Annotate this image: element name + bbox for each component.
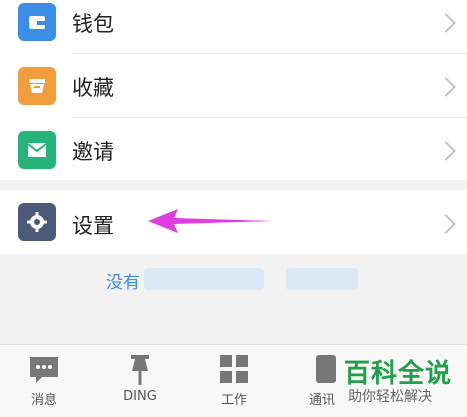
wallet-icon xyxy=(18,3,56,41)
menu-group-main: 钱包 收藏 邀请 xyxy=(0,0,467,180)
menu-item-label: 邀请 xyxy=(72,140,114,164)
tab-label: DING xyxy=(123,389,157,404)
watermark-title: 百科全说 xyxy=(344,359,453,389)
chat-icon xyxy=(30,357,58,383)
menu-item-label: 收藏 xyxy=(72,76,114,100)
chevron-right-icon xyxy=(436,13,456,33)
tab-label: 消息 xyxy=(30,393,57,408)
tab-work[interactable]: 工作 xyxy=(194,345,274,417)
blurred-text xyxy=(286,268,358,290)
favorites-icon xyxy=(18,67,56,105)
tab-label: 工作 xyxy=(220,393,247,408)
invite-text[interactable]: 没有 xyxy=(106,268,140,293)
blurred-text xyxy=(144,268,264,290)
menu-item-wallet[interactable]: 钱包 xyxy=(0,0,467,54)
pin-icon xyxy=(131,355,149,385)
annotation-arrow xyxy=(148,209,273,233)
mail-icon xyxy=(18,131,56,169)
chevron-right-icon xyxy=(436,214,456,234)
contacts-icon xyxy=(316,355,336,383)
chevron-right-icon xyxy=(436,141,456,161)
menu-item-invite[interactable]: 邀请 xyxy=(0,118,467,182)
gear-icon xyxy=(18,203,56,241)
menu-item-label: 钱包 xyxy=(72,12,114,36)
watermark-subtitle: 助你轻松解决 xyxy=(348,389,432,405)
grid-icon xyxy=(220,355,248,383)
menu-item-favorites[interactable]: 收藏 xyxy=(0,54,467,118)
menu-item-label: 设置 xyxy=(72,214,114,238)
tab-messages[interactable]: 消息 xyxy=(4,345,84,417)
tab-ding[interactable]: DING xyxy=(100,345,180,417)
chevron-right-icon xyxy=(436,77,456,97)
